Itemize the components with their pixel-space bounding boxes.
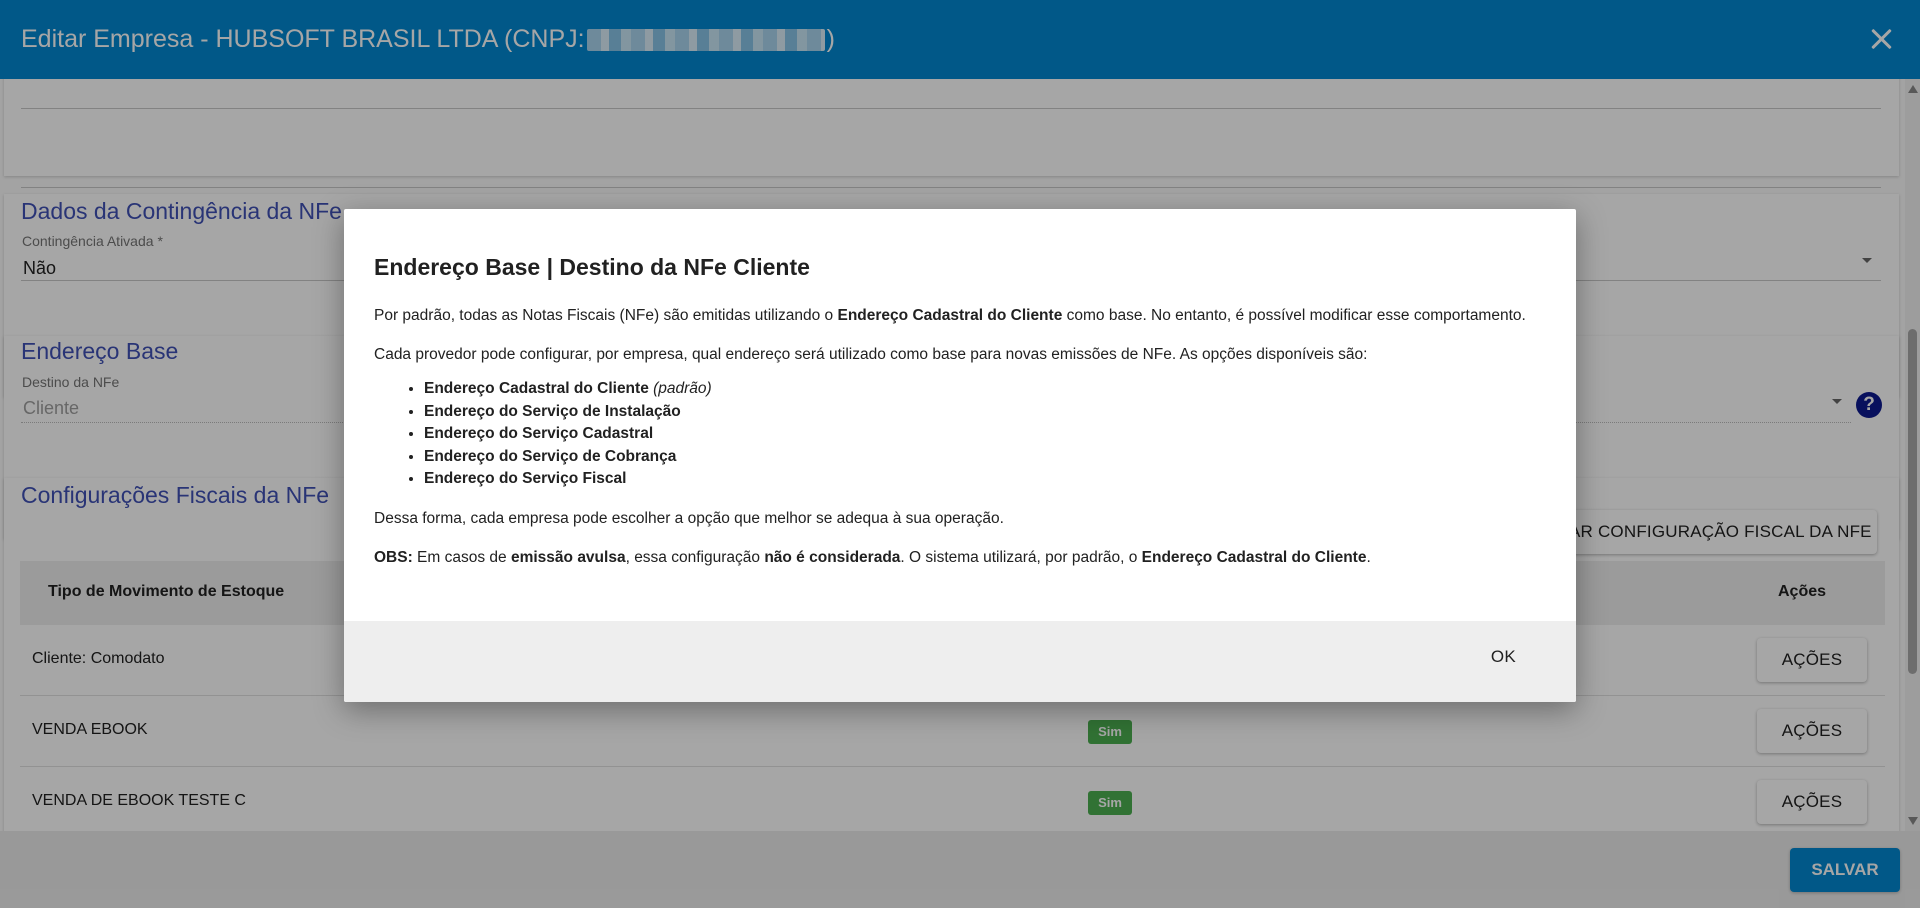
list-item: Endereço do Serviço Cadastral [424,423,1554,446]
modal-obs: OBS: Em casos de emissão avulsa, essa co… [374,548,1371,566]
list-item: Endereço do Serviço Fiscal [424,468,1554,491]
modal-paragraph: Cada provedor pode configurar, por empre… [374,346,1368,363]
modal-paragraph: Dessa forma, cada empresa pode escolher … [374,509,1004,527]
list-item: Endereço do Serviço de Cobrança [424,446,1554,469]
modal-title: Endereço Base | Destino da NFe Cliente [374,254,810,280]
modal-paragraph: Por padrão, todas as Notas Fiscais (NFe)… [374,307,1526,324]
ok-button[interactable]: OK [1491,647,1516,667]
list-item: Endereço do Serviço de Instalação [424,401,1554,424]
list-item: Endereço Cadastral do Cliente (padrão) [424,378,1554,401]
options-list: Endereço Cadastral do Cliente (padrão) E… [424,378,1554,491]
modal-footer: OK [344,621,1576,702]
info-modal: Endereço Base | Destino da NFe Cliente P… [344,209,1576,702]
modal-body: Por padrão, todas as Notas Fiscais (NFe)… [374,305,1554,586]
